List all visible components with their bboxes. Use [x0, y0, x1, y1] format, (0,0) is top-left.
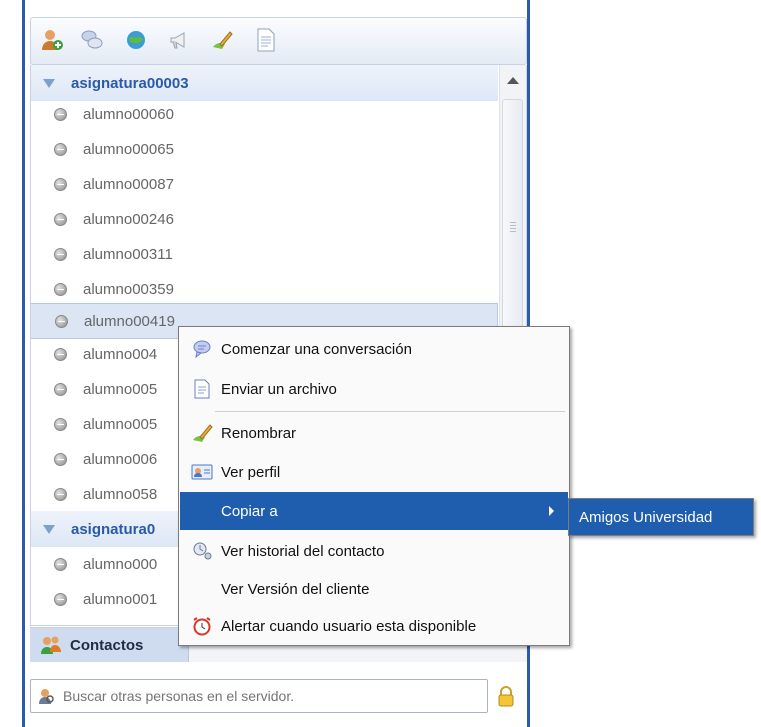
- offline-status-icon: [54, 142, 67, 156]
- globe-icon[interactable]: [123, 27, 149, 53]
- collapse-triangle-icon[interactable]: [43, 78, 55, 88]
- contact-name: alumno004: [83, 345, 158, 363]
- history-icon: [193, 542, 212, 560]
- submenu-arrow-icon: [549, 506, 554, 516]
- menu-item-client-version[interactable]: Ver Versión del cliente: [180, 570, 568, 608]
- menu-item-label: Copiar a: [221, 502, 278, 520]
- menu-item-label: Ver Versión del cliente: [221, 580, 370, 598]
- contact-name: alumno00246: [83, 210, 174, 228]
- megaphone-icon[interactable]: [166, 27, 192, 53]
- add-contact-icon[interactable]: [39, 27, 65, 53]
- contacts-icon: [41, 636, 61, 654]
- search-person-icon: [39, 689, 54, 704]
- list-item[interactable]: alumno00246: [31, 201, 498, 237]
- contact-name: alumno00060: [83, 105, 174, 123]
- alarm-clock-icon: [193, 617, 211, 636]
- menu-item-view-history[interactable]: Ver historial del contacto: [180, 532, 568, 570]
- collapse-triangle-icon[interactable]: [43, 524, 55, 534]
- scrollbar-thumb[interactable]: [502, 99, 523, 359]
- list-item[interactable]: alumno00087: [31, 166, 498, 202]
- contact-name: alumno058: [83, 485, 158, 503]
- contact-name: alumno006: [83, 450, 158, 468]
- contact-name: alumno005: [83, 380, 158, 398]
- chat-bubble-icon: [193, 340, 211, 359]
- chat-icon[interactable]: [79, 27, 105, 53]
- offline-status-icon: [54, 417, 67, 431]
- offline-status-icon: [54, 177, 67, 191]
- menu-item-view-profile[interactable]: Ver perfil: [180, 453, 568, 491]
- offline-status-icon: [54, 452, 67, 466]
- contact-name: alumno001: [83, 590, 158, 608]
- group-name: asignatura00003: [71, 74, 189, 92]
- profile-icon: [191, 464, 213, 480]
- list-item[interactable]: alumno00359: [31, 271, 498, 307]
- offline-status-icon: [54, 247, 67, 261]
- contact-name: alumno000: [83, 555, 158, 573]
- tab-label: Contactos: [70, 636, 144, 654]
- tab-contacts[interactable]: Contactos: [30, 628, 189, 662]
- offline-status-icon: [54, 107, 67, 121]
- offline-status-icon: [54, 557, 67, 571]
- contact-name: alumno00419: [84, 312, 175, 330]
- menu-item-label: Renombrar: [221, 424, 297, 442]
- toolbar: [30, 17, 527, 65]
- offline-status-icon: [54, 487, 67, 501]
- offline-status-icon: [54, 212, 67, 226]
- contact-name: alumno00087: [83, 175, 174, 193]
- menu-item-label: Ver perfil: [221, 463, 281, 481]
- menu-item-rename[interactable]: Renombrar: [180, 414, 568, 452]
- offline-status-icon: [54, 347, 67, 361]
- group-name: asignatura0: [71, 520, 156, 538]
- search-input[interactable]: [61, 687, 465, 705]
- list-item[interactable]: alumno00060: [31, 96, 498, 132]
- rename-icon[interactable]: [209, 27, 235, 53]
- context-menu: Comenzar una conversación Enviar un arch…: [178, 326, 570, 646]
- contact-name: alumno00311: [83, 245, 173, 263]
- grip-icon: [510, 222, 516, 232]
- contact-name: alumno00359: [83, 280, 174, 298]
- offline-status-icon: [54, 592, 67, 606]
- list-item[interactable]: alumno00311: [31, 236, 498, 272]
- offline-status-icon: [55, 314, 68, 328]
- lock-icon[interactable]: [497, 685, 515, 707]
- submenu-item-label: Amigos Universidad: [579, 508, 713, 526]
- menu-item-label: Ver historial del contacto: [221, 542, 385, 560]
- menu-item-label: Comenzar una conversación: [221, 340, 412, 358]
- menu-item-label: Alertar cuando usuario esta disponible: [221, 617, 477, 635]
- menu-item-send-file[interactable]: Enviar un archivo: [180, 370, 568, 408]
- rename-icon: [193, 424, 213, 442]
- contact-name: alumno005: [83, 415, 158, 433]
- menu-item-start-conversation[interactable]: Comenzar una conversación: [180, 330, 568, 368]
- submenu-item-amigos-universidad[interactable]: Amigos Universidad: [568, 498, 754, 536]
- menu-item-label: Enviar un archivo: [221, 380, 337, 398]
- offline-status-icon: [54, 282, 67, 296]
- menu-separator: [215, 411, 565, 412]
- contact-name: alumno00065: [83, 140, 174, 158]
- offline-status-icon: [54, 382, 67, 396]
- menu-item-alert-available[interactable]: Alertar cuando usuario esta disponible: [180, 607, 568, 645]
- document-icon[interactable]: [253, 27, 279, 53]
- scroll-up-arrow-icon[interactable]: [507, 77, 519, 84]
- list-item[interactable]: alumno00065: [31, 131, 498, 167]
- file-icon: [194, 379, 210, 399]
- search-box[interactable]: [30, 679, 488, 713]
- menu-item-copy-to[interactable]: Copiar a: [180, 492, 568, 530]
